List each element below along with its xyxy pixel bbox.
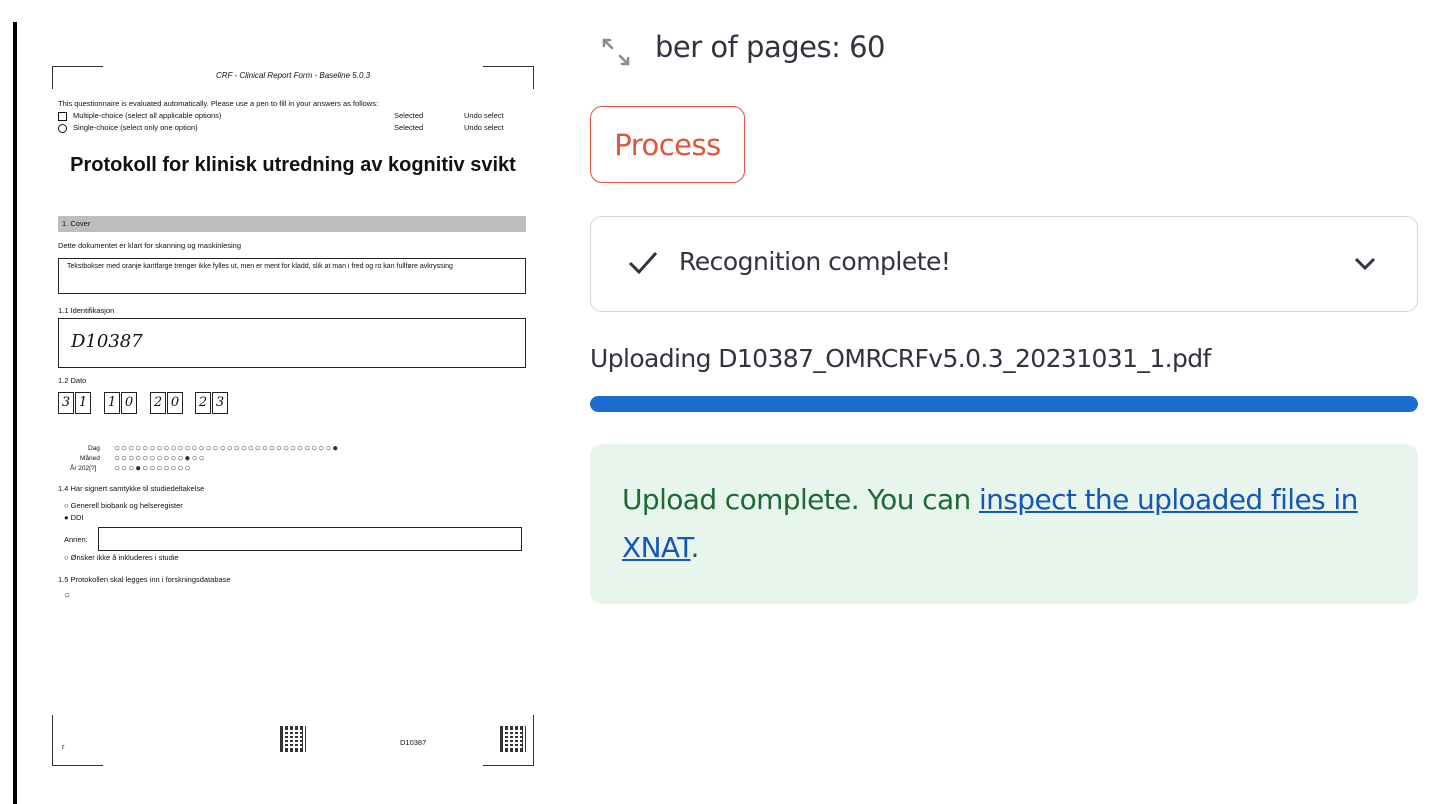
upload-success-alert: Upload complete. You can inspect the upl…	[590, 444, 1418, 604]
upload-progress-fill	[590, 396, 1418, 412]
instructions-text: This questionnaire is evaluated automati…	[58, 99, 379, 108]
expand-arrows-icon[interactable]	[600, 36, 632, 68]
ident-label: 1.1 Identifikasjon	[58, 306, 115, 315]
note-box: Tekstbokser med oranje kantfarge trenger…	[58, 258, 526, 294]
multi-choice-label: Multiple-choice (select all applicable o…	[73, 111, 222, 120]
other-label: Annen:	[64, 535, 88, 544]
date-digit: 1	[104, 392, 120, 414]
qr-code-icon	[280, 726, 306, 752]
other-box	[98, 527, 522, 551]
ident-box: D10387	[58, 318, 526, 368]
date-label: 1.2 Dato	[58, 376, 87, 385]
corner-mark	[52, 715, 103, 766]
consent-option: ○ Ønsker ikke å inkluderes i studie	[64, 553, 179, 562]
footer-page: r	[62, 742, 65, 751]
preview-header: CRF - Clinical Report Form - Baseline 5.…	[215, 71, 371, 80]
month-label: Måned	[80, 455, 100, 462]
year-label: År 202[?]	[70, 465, 97, 472]
undo-label: Undo select	[464, 111, 504, 120]
footer-id: D10387	[400, 738, 427, 747]
preview-title: Protokoll for klinisk utredning av kogni…	[70, 154, 516, 176]
day-bubbles: ○○○○○○○○○○○○○○○○○○○○○○○○○○○○○○○●	[114, 443, 340, 454]
date-digit: 2	[195, 392, 211, 414]
preview-instructions: This questionnaire is evaluated automati…	[58, 98, 526, 134]
ready-label: Dette dokumentet er klart for skanning o…	[58, 241, 242, 250]
protocol-label: 1.5 Protokollen skal legges inn i forskn…	[58, 575, 231, 584]
recognition-status-label: Recognition complete!	[679, 247, 951, 276]
upload-status-text: Uploading D10387_OMRCRFv5.0.3_20231031_1…	[590, 344, 1211, 373]
consent-option: ○ Generell biobank og helseregister	[64, 501, 183, 510]
process-button[interactable]: Process	[590, 106, 745, 183]
radio-icon	[58, 123, 67, 133]
selected-label: Selected	[394, 123, 424, 132]
undo-label: Undo select	[464, 123, 504, 132]
consent-option: ● DDI	[64, 513, 84, 522]
date-digit: 1	[75, 392, 91, 414]
selected-label: Selected	[394, 111, 424, 120]
document-preview: CRF - Clinical Report Form - Baseline 5.…	[52, 66, 534, 766]
consent-label: 1.4 Har signert samtykke til studiedelta…	[58, 484, 205, 493]
date-digit: 0	[167, 392, 183, 414]
day-label: Dag	[88, 445, 100, 452]
month-bubbles: ○○○○○○○○○○●○○	[114, 453, 206, 464]
single-choice-label: Single-choice (select only one option)	[73, 123, 198, 132]
checkbox-icon	[58, 111, 67, 121]
left-border	[13, 22, 17, 804]
upload-progress-bar	[590, 396, 1418, 412]
year-bubbles: ○○○●○○○○○○○	[114, 463, 192, 474]
recognition-status-expander[interactable]: Recognition complete!	[590, 216, 1418, 312]
success-suffix: .	[690, 531, 700, 564]
date-digit: 3	[212, 392, 228, 414]
ident-value: D10387	[71, 331, 143, 352]
date-digit: 2	[150, 392, 166, 414]
page-count-text: ber of pages: 60	[655, 30, 886, 64]
note-text: Tekstbokser med oranje kantfarge trenger…	[67, 263, 453, 270]
date-digit: 0	[121, 392, 137, 414]
chevron-down-icon[interactable]	[1353, 253, 1377, 273]
checkmark-icon	[627, 249, 659, 277]
success-prefix: Upload complete. You can	[622, 483, 979, 516]
section-cover-bar: 1. Cover	[58, 216, 526, 232]
qr-code-icon	[500, 726, 526, 752]
date-digit: 3	[58, 392, 74, 414]
protocol-bubble: ○	[64, 590, 71, 601]
